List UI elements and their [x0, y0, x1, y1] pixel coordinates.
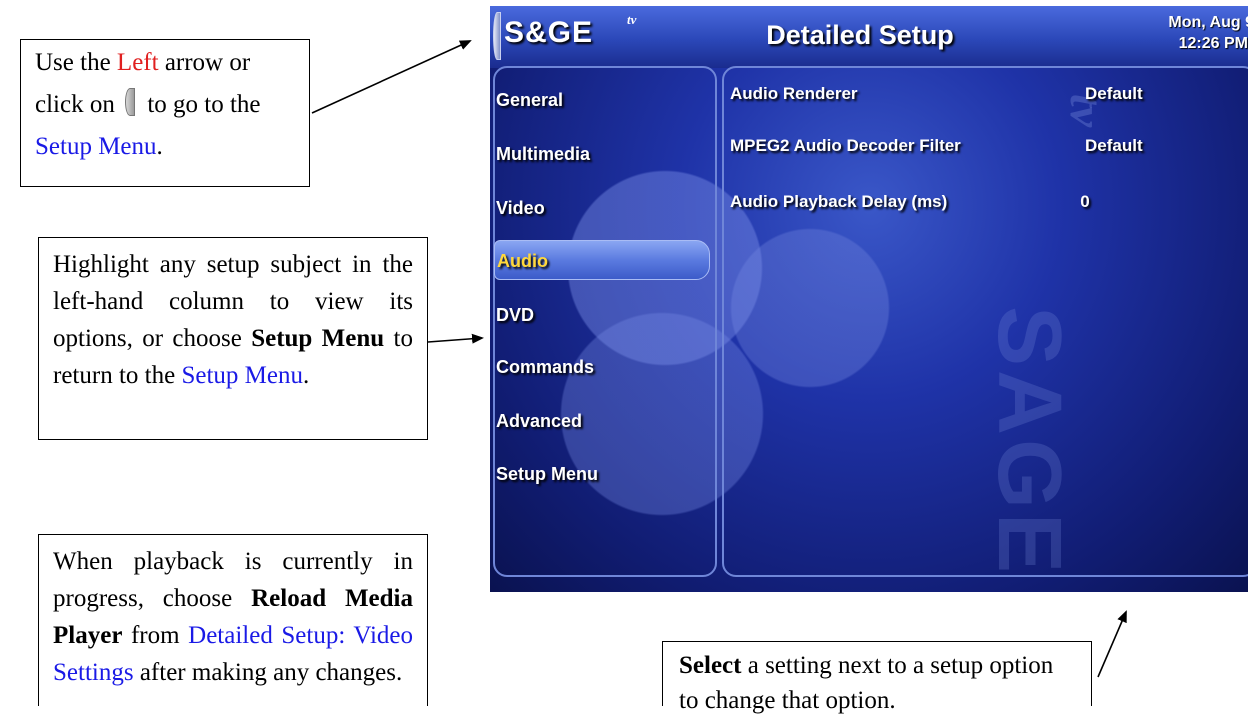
callout-arrows: [311, 40, 1127, 678]
arrow-to-back-tab: [311, 40, 472, 114]
arrow-to-category-panel: [427, 333, 484, 344]
arrow-to-settings: [1097, 610, 1127, 678]
